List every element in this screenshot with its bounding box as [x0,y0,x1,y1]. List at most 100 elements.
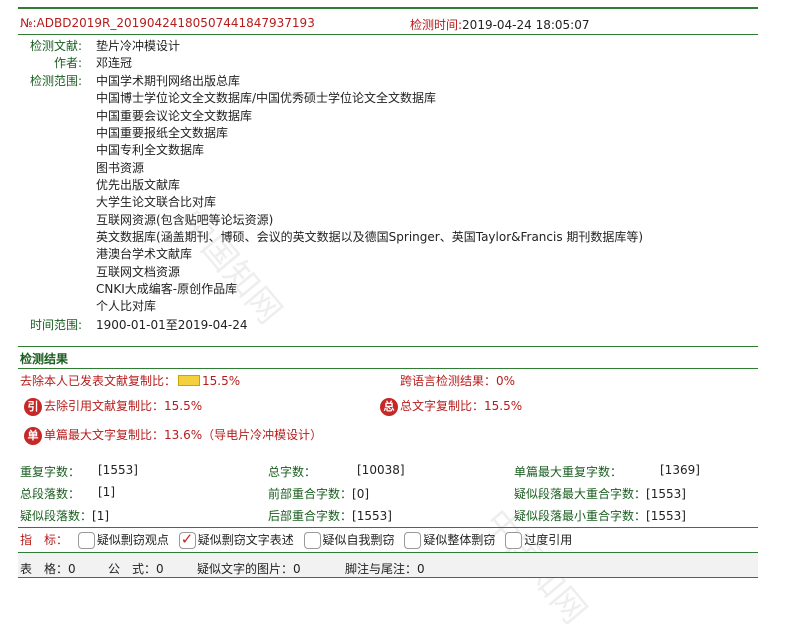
total-value: 15.5% [484,399,523,413]
excl-self-value: 15.5% [202,374,241,388]
excl-self-ratio: 去除本人已发表文献复制比： 15.5% [20,372,240,389]
scope-item: 中国专利全文数据库 [96,143,205,157]
scope-item: 中国博士学位论文全文数据库/中国优秀硕士学位论文全文数据库 [96,91,437,105]
total-ratio: 总总文字复制比：15.5% [380,397,522,416]
stat-value: [1369] [660,463,700,477]
stat-label: 重复字数： [20,465,81,479]
detect-time: 检测时间:2019-04-24 18:05:07 [410,16,590,33]
single-max-ratio: 单单篇最大文字复制比：13.6%（导电片冷冲模设计） [24,426,322,445]
stat-para-count: 总段落数： [20,485,80,502]
scope-item: 图书资源 [96,161,145,175]
stat-max-para: 疑似段落最大重合字数：[1553] [514,485,686,502]
stat-susp-para: 疑似段落数：[1] [20,507,109,524]
scope-item: 个人比对库 [96,299,157,313]
stat-value: [1] [98,485,115,499]
quote-badge-icon: 引 [24,397,42,416]
excl-quote-ratio: 引去除引用文献复制比：15.5% [24,397,202,416]
scope-item: 大学生论文联合比对库 [96,195,217,209]
stat-label: 总字数： [268,465,317,479]
time-range-label: 时间范围: [29,318,82,332]
cross-lang-label: 跨语言检测结果： [400,374,497,388]
results-divider [18,346,758,347]
scope-item: 中国学术期刊网络出版总库 [96,74,241,88]
top-divider [18,7,758,9]
ratio-bar [178,375,201,386]
scope-item: 优先出版文献库 [96,178,181,192]
document-title: 垫片冷冲模设计 [96,39,181,53]
single-source[interactable]: （导电片冷冲模设计） [202,428,322,442]
title-label: 检测文献: [29,39,82,53]
excl-quote-label: 去除引用文献复制比： [44,399,165,413]
stat-min-para: 疑似段落最小重合字数：[1553] [514,507,686,524]
stat-value: [0] [352,487,370,501]
stat-max-dup: 单篇最大重复字数： [514,463,622,480]
stat-value: [1553] [98,463,138,477]
checkbox-icon[interactable] [404,532,422,549]
stat-label: 疑似段落数： [20,509,93,523]
indicator-item[interactable]: 过度引用 [499,532,573,549]
indicator-item[interactable]: 疑似整体剽窃 [398,532,496,549]
scope-item: 互联网文档资源 [96,265,181,279]
scope-label: 检测范围: [29,74,82,88]
stat-value: [1553] [646,509,686,523]
footer-notes: 脚注与尾注：0 [345,562,425,576]
footer-formulas: 公 式：0 [108,562,164,576]
report-header: №:ADBD2019R_20190424180507441847937193 检… [20,16,758,34]
stat-label: 总段落数： [20,487,81,501]
single-label: 单篇最大文字复制比： [44,428,165,442]
indicator-item[interactable]: 疑似剽窃文字表述 [173,530,294,549]
stat-back: 后部重合字数：[1553] [268,507,392,524]
indicator-item-label: 疑似剽窃观点 [96,533,169,547]
results-title: 检测结果 [20,352,69,366]
total-badge-icon: 总 [380,397,398,416]
detect-time-value: 2019-04-24 18:05:07 [462,18,590,32]
results-title-divider [18,368,758,369]
indicator-item-label: 疑似剽窃文字表述 [197,533,294,547]
scope-item: 中国重要会议论文全文数据库 [96,109,253,123]
indicator-item-label: 疑似自我剽窃 [322,533,395,547]
author-label: 作者: [53,56,82,70]
stat-label: 疑似段落最大重合字数： [514,487,647,501]
excl-self-label: 去除本人已发表文献复制比： [20,374,177,388]
indicator-item-label: 过度引用 [524,533,573,547]
cross-lang-value: 0% [496,374,516,388]
header-divider [18,34,758,35]
checkbox-icon[interactable] [77,532,95,549]
scope-item: 港澳台学术文献库 [96,247,193,261]
stat-label: 单篇最大重复字数： [514,465,623,479]
checkbox-icon[interactable] [303,532,321,549]
single-value: 13.6% [164,428,203,442]
checked-checkbox-icon[interactable] [178,530,196,549]
indicator-item[interactable]: 疑似剽窃观点 [72,532,169,549]
excl-quote-value: 15.5% [164,399,203,413]
report-number: №:ADBD2019R_20190424180507441847937193 [20,16,315,30]
stat-label: 前部重合字数： [268,487,353,501]
stat-label: 后部重合字数： [268,509,353,523]
cross-lang-result: 跨语言检测结果：0% [400,372,515,389]
indicator-top-divider [18,527,758,528]
indicator-label: 指 标： [20,533,69,547]
indicator-row: 指 标： 疑似剽窃观点 疑似剽窃文字表述 疑似自我剽窃 疑似整体剽窃 过度引用 [20,530,573,549]
stat-value: [1553] [352,509,392,523]
total-label: 总文字复制比： [400,399,485,413]
detect-time-label: 检测时间: [410,18,463,32]
stat-dup-chars: 重复字数： [20,463,80,480]
indicator-item-label: 疑似整体剽窃 [423,533,496,547]
time-range-value: 1900-01-01至2019-04-24 [96,318,248,332]
stat-value: [10038] [357,463,405,477]
scope-item: 互联网资源(包含贴吧等论坛资源) [96,213,274,227]
stat-label: 疑似段落最小重合字数： [514,509,647,523]
footer-images: 疑似文字的图片：0 [197,562,301,576]
footer-divider [18,577,758,578]
stat-value: [1] [92,509,110,523]
indicator-item[interactable]: 疑似自我剽窃 [298,532,395,549]
scope-item: 中国重要报纸全文数据库 [96,126,229,140]
scope-item: 英文数据库(涵盖期刊、博硕、会议的英文数据以及德国Springer、英国Tayl… [96,230,644,244]
single-badge-icon: 单 [24,426,42,445]
stat-total-chars: 总字数： [268,463,316,480]
stat-value: [1553] [646,487,686,501]
scope-item: CNKI大成编客-原创作品库 [96,282,238,296]
stat-front: 前部重合字数：[0] [268,485,369,502]
footer-tables: 表 格：0 [20,562,76,576]
checkbox-icon[interactable] [505,532,523,549]
